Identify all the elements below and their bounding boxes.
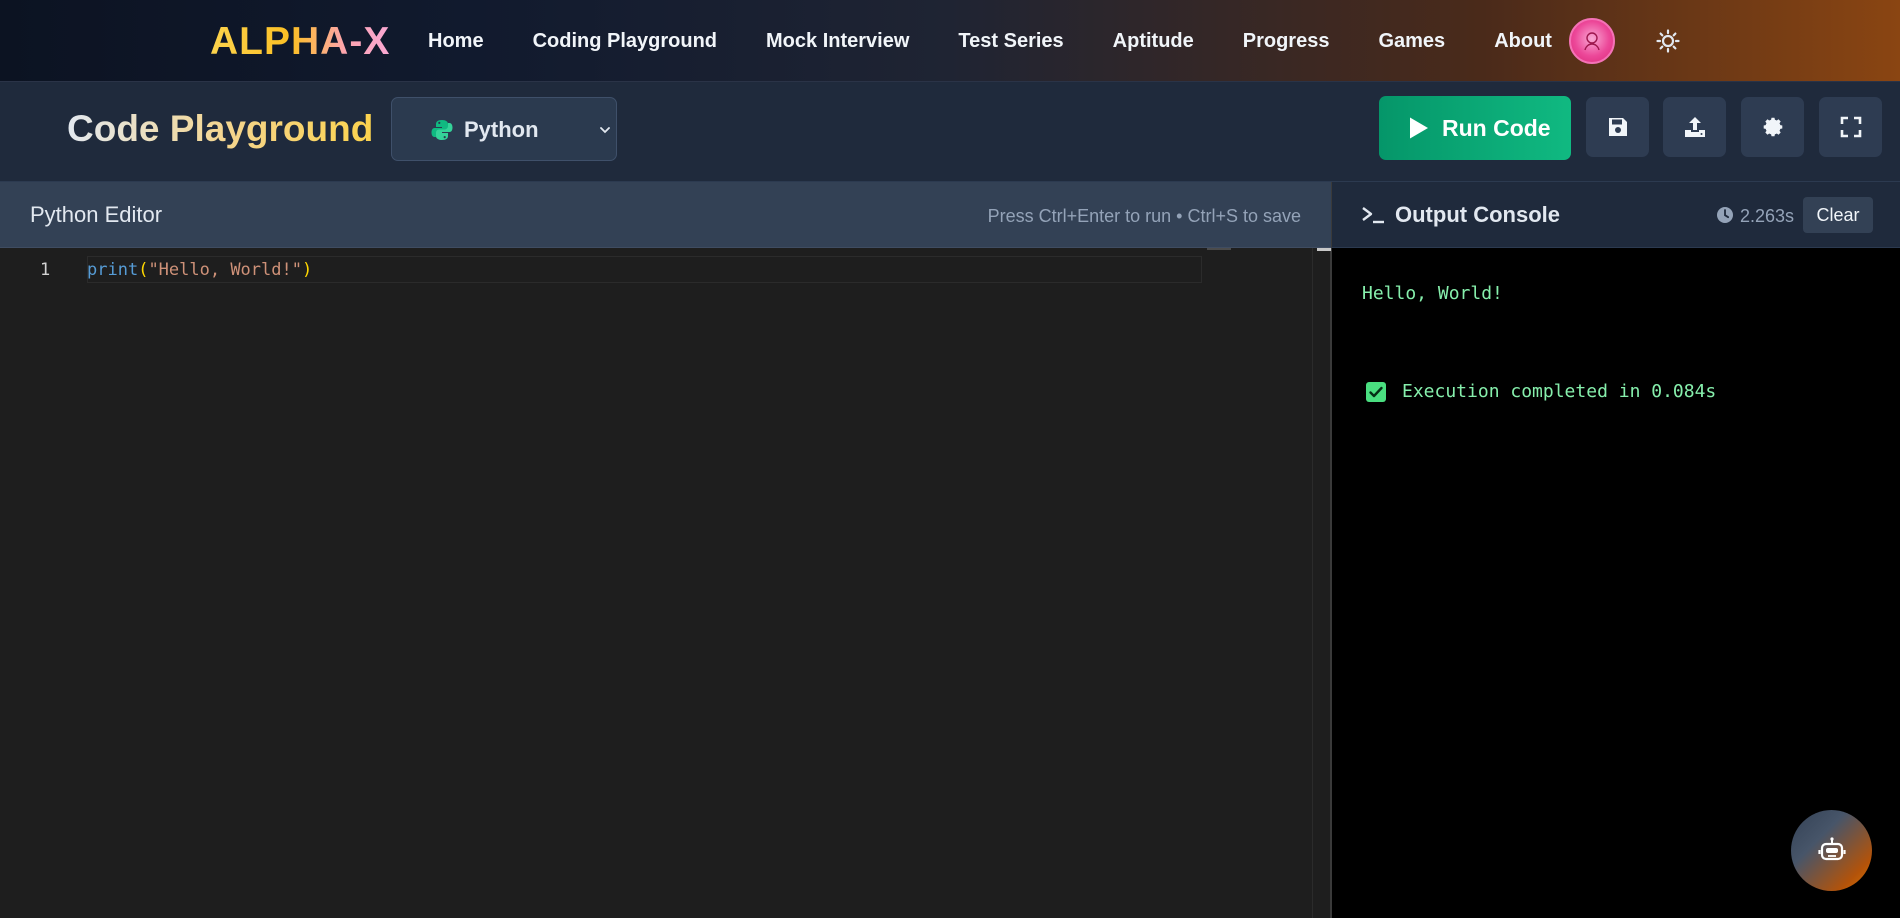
editor-panel: Python Editor Press Ctrl+Enter to run • … bbox=[0, 182, 1331, 918]
run-code-button[interactable]: Run Code bbox=[1379, 96, 1571, 160]
editor-header: Python Editor Press Ctrl+Enter to run • … bbox=[0, 182, 1331, 248]
brand-logo[interactable]: ALPHA-X bbox=[210, 20, 390, 64]
output-panel: Output Console 2.263s Clear Hello, World… bbox=[1331, 182, 1900, 918]
editor-title: Python Editor bbox=[30, 202, 163, 227]
execution-time: 2.263s bbox=[1740, 206, 1795, 226]
nav-link-aptitude[interactable]: Aptitude bbox=[1113, 30, 1194, 53]
upload-button[interactable] bbox=[1663, 97, 1726, 157]
code-token-paren-close: ) bbox=[301, 260, 313, 280]
check-icon bbox=[1366, 382, 1386, 402]
fullscreen-icon bbox=[1840, 116, 1861, 138]
line-number: 1 bbox=[40, 260, 51, 280]
terminal-icon bbox=[1362, 207, 1384, 224]
language-select[interactable]: Python bbox=[391, 97, 617, 161]
nav-link-coding-playground[interactable]: Coding Playground bbox=[533, 30, 717, 53]
clock-icon bbox=[1717, 207, 1733, 223]
upload-icon bbox=[1684, 117, 1705, 137]
keyboard-hint: Press Ctrl+Enter to run • Ctrl+S to save bbox=[987, 206, 1301, 226]
python-icon bbox=[431, 120, 453, 140]
nav-link-test-series[interactable]: Test Series bbox=[958, 30, 1063, 53]
editor-scrollbar[interactable] bbox=[1312, 248, 1331, 918]
robot-icon bbox=[1817, 836, 1846, 860]
code-token-paren-open: ( bbox=[138, 260, 149, 280]
nav-link-games[interactable]: Games bbox=[1378, 30, 1445, 53]
nav-link-mock-interview[interactable]: Mock Interview bbox=[766, 30, 909, 53]
user-avatar-icon bbox=[1584, 32, 1600, 51]
settings-button[interactable] bbox=[1741, 97, 1804, 157]
nav-link-home[interactable]: Home bbox=[428, 30, 484, 53]
clear-button[interactable]: Clear bbox=[1803, 197, 1873, 233]
top-navbar: ALPHA-X Home Coding Playground Mock Inte… bbox=[0, 0, 1900, 82]
code-token-string: "Hello, World!" bbox=[148, 260, 302, 280]
user-avatar[interactable] bbox=[1569, 18, 1615, 64]
code-line[interactable]: print("Hello, World!") bbox=[87, 260, 312, 280]
language-select-value: Python bbox=[464, 117, 539, 142]
run-code-label: Run Code bbox=[1442, 115, 1551, 141]
nav-links: Home Coding Playground Mock Interview Te… bbox=[428, 30, 1601, 53]
ai-assistant-button[interactable] bbox=[1791, 810, 1872, 891]
gear-icon bbox=[1763, 117, 1782, 137]
output-header: Output Console 2.263s Clear bbox=[1332, 182, 1900, 248]
nav-link-progress[interactable]: Progress bbox=[1243, 30, 1330, 53]
playground-toolbar: Code Playground Python Run Code bbox=[0, 82, 1900, 182]
fullscreen-button[interactable] bbox=[1819, 97, 1882, 157]
minimap-marker bbox=[1207, 248, 1231, 250]
scrollbar-thumb[interactable] bbox=[1317, 248, 1331, 251]
save-icon bbox=[1608, 118, 1627, 136]
code-editor[interactable]: 1 print("Hello, World!") bbox=[0, 248, 1331, 918]
console-output-line: Hello, World! bbox=[1362, 283, 1503, 304]
execution-status: Execution completed in 0.084s bbox=[1402, 381, 1717, 402]
page-title: Code Playground bbox=[67, 108, 374, 149]
code-token-function: print bbox=[87, 260, 139, 280]
output-title: Output Console bbox=[1395, 202, 1560, 227]
save-button[interactable] bbox=[1586, 97, 1649, 157]
sun-icon[interactable] bbox=[1656, 29, 1680, 53]
play-icon bbox=[1410, 117, 1428, 139]
nav-link-about[interactable]: About bbox=[1494, 30, 1552, 53]
chevron-down-icon bbox=[600, 127, 610, 134]
